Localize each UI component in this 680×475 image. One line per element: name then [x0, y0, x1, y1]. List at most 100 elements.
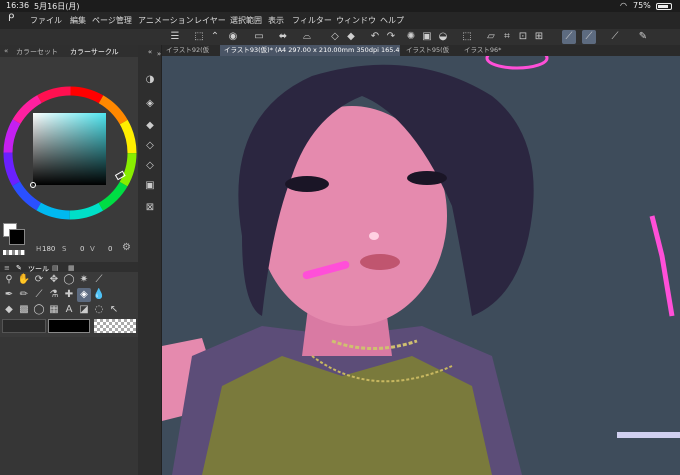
flip-icon[interactable]: ◇	[328, 30, 342, 44]
menu-bar: ᑭ ファイル 編集 ページ管理 アニメーション レイヤー 選択範囲 表示 フィル…	[0, 12, 680, 29]
hsv-h-label: H	[36, 245, 42, 253]
layer-copy-icon[interactable]: ▣	[143, 179, 157, 193]
brush-size-box[interactable]	[2, 319, 46, 333]
status-date: 5月16日(月)	[34, 2, 80, 11]
clear-layer-icon[interactable]: ◈	[143, 97, 157, 111]
strip-spacer-100	[143, 44, 157, 58]
eraser-tool-icon[interactable]: ◈	[77, 288, 91, 302]
held-object	[617, 432, 680, 438]
menu-page[interactable]: ページ管理	[92, 15, 132, 26]
pen-smooth-icon[interactable]: ⟋	[582, 30, 596, 44]
drawing-canvas[interactable]	[162, 56, 680, 475]
tab-color-set[interactable]: カラーセット	[16, 47, 58, 57]
zoom-tool-icon[interactable]: ⚲	[2, 273, 16, 287]
menu-layer[interactable]: レイヤー	[194, 15, 226, 26]
quick-access-icon[interactable]: ◑	[143, 73, 157, 87]
chevron-updown-icon[interactable]: ⌃	[208, 30, 222, 44]
sun-icon[interactable]: ✺	[404, 30, 418, 44]
tab-illust-93[interactable]: イラスト93(仮)* (A4 297.00 x 210.00mm 350dpi …	[220, 45, 400, 56]
fill-layer-icon[interactable]: ◆	[143, 119, 157, 133]
tool-tab-image-icon[interactable]: ▤	[52, 264, 59, 272]
move-tool-icon[interactable]: ✥	[47, 273, 61, 287]
magic-wand-icon[interactable]: ✷	[77, 273, 91, 287]
layer-merge-icon[interactable]: ◇	[143, 159, 157, 173]
main-color-swatch[interactable]	[9, 229, 25, 245]
collapse-icon[interactable]: «	[4, 47, 8, 55]
battery-percent: 75%	[633, 1, 651, 10]
balloon-tool-icon[interactable]: ◌	[92, 303, 106, 317]
fill-icon[interactable]: ▣	[420, 30, 434, 44]
blend-tool-icon[interactable]: 💧	[92, 288, 106, 302]
undo-icon[interactable]: ↶	[368, 30, 382, 44]
text-tool-icon[interactable]: A	[62, 303, 76, 317]
shape-tool-icon[interactable]: ◯	[32, 303, 46, 317]
hsv-s-label: S	[62, 245, 67, 253]
ruler-tool-icon[interactable]: ◪	[77, 303, 91, 317]
pen-tool-icon[interactable]: ✒	[2, 288, 16, 302]
pencil-tool-icon[interactable]: ✏	[17, 288, 31, 302]
select-all-icon[interactable]: ⬚	[460, 30, 474, 44]
lasso-tool-icon[interactable]: ◯	[62, 273, 76, 287]
tool-tab-pen-icon[interactable]: ✎	[16, 264, 22, 272]
menu-animation[interactable]: アニメーション	[138, 15, 194, 26]
hsv-v-value: 0	[108, 245, 113, 253]
deselect-icon[interactable]: ▱	[484, 30, 498, 44]
current-color-box[interactable]	[48, 319, 90, 333]
pen-pressure-icon[interactable]: ⟋	[562, 30, 576, 44]
left-panel: « カラーセット カラーサークル H 180 S 0 V 0 ⚙ ≡ ✎ ツール…	[0, 45, 138, 475]
menu-file[interactable]: ファイル	[30, 15, 62, 26]
transparent-color-box[interactable]	[94, 319, 136, 333]
layer-combine-icon[interactable]: ⊠	[143, 201, 157, 215]
gradient-tool-icon[interactable]: ▩	[17, 303, 31, 317]
layer-stack-icon[interactable]: ◇	[143, 139, 157, 153]
invert-icon[interactable]: ⊡	[516, 30, 530, 44]
right-eye	[407, 171, 447, 185]
bucket-icon[interactable]: ◒	[436, 30, 450, 44]
tab-illust-96[interactable]: イラスト96*	[460, 45, 516, 56]
tool-tab-layer-icon[interactable]: ▦	[68, 264, 75, 272]
grid-icon[interactable]: ⊞	[532, 30, 546, 44]
pen-settings-icon[interactable]: ⟋	[608, 30, 622, 44]
brush-tool-icon[interactable]: ⟋	[32, 288, 46, 302]
menu-view[interactable]: 表示	[268, 15, 284, 26]
menu-filter[interactable]: フィルター	[292, 15, 332, 26]
transform-icon[interactable]: ⬚	[192, 30, 206, 44]
command-bar: ☰ ⬚ ⌃ ◉ ▭ ⬌ ⌓ ◇ ◆ ↶ ↷ ✺ ▣ ◒ ⬚ ▱ ⌗ ⊡ ⊞ ⟋ …	[0, 29, 680, 45]
app-logo-icon[interactable]: ᑭ	[8, 13, 14, 24]
menu-help[interactable]: ヘルプ	[380, 15, 404, 26]
menu-edit[interactable]: 編集	[70, 15, 86, 26]
crop-icon[interactable]: ⌗	[500, 30, 514, 44]
vertical-command-strip: « » ◑ ◈ ◆ ◇ ◇ ▣ ⊠	[138, 45, 162, 475]
tab-illust-95[interactable]: イラスト95(仮	[402, 45, 458, 56]
decoration-tool-icon[interactable]: ✚	[62, 288, 76, 302]
transparent-color-swatch[interactable]	[3, 250, 25, 255]
eye-icon[interactable]: ◉	[226, 30, 240, 44]
redo-icon[interactable]: ↷	[384, 30, 398, 44]
hsv-h-value: 180	[42, 245, 56, 253]
fill-tool-icon[interactable]: ◆	[2, 303, 16, 317]
settings-icon[interactable]: ⚙	[122, 242, 131, 253]
rotate-icon[interactable]: ◆	[344, 30, 358, 44]
menu-selection[interactable]: 選択範囲	[230, 15, 262, 26]
sub-tool-panel	[0, 337, 138, 475]
nose	[369, 232, 379, 240]
tab-illust-92[interactable]: イラスト92(仮	[162, 45, 218, 56]
hamburger-icon[interactable]: ☰	[168, 30, 182, 44]
tool-panel-tabs: ≡ ✎ ツール ▤ ▦	[0, 262, 138, 273]
color-wheel[interactable]	[2, 85, 138, 221]
save-icon[interactable]: ▭	[252, 30, 266, 44]
warp-icon[interactable]: ⌓	[300, 30, 314, 44]
tool-panel-menu-icon[interactable]: ≡	[4, 264, 10, 272]
hand-tool-icon[interactable]: ✋	[17, 273, 31, 287]
rotate-tool-icon[interactable]: ⟳	[32, 273, 46, 287]
eyedropper-icon[interactable]: ⟋	[92, 273, 106, 287]
tab-color-circle[interactable]: カラーサークル	[70, 47, 119, 57]
menu-window[interactable]: ウィンドウ	[336, 15, 376, 26]
lips	[360, 254, 400, 270]
object-tool-icon[interactable]: ↖	[107, 303, 121, 317]
status-time: 16:36	[6, 1, 30, 10]
airbrush-tool-icon[interactable]: ⚗	[47, 288, 61, 302]
move-layer-icon[interactable]: ⬌	[276, 30, 290, 44]
brush-edit-icon[interactable]: ✎	[636, 30, 650, 44]
frame-tool-icon[interactable]: ▦	[47, 303, 61, 317]
